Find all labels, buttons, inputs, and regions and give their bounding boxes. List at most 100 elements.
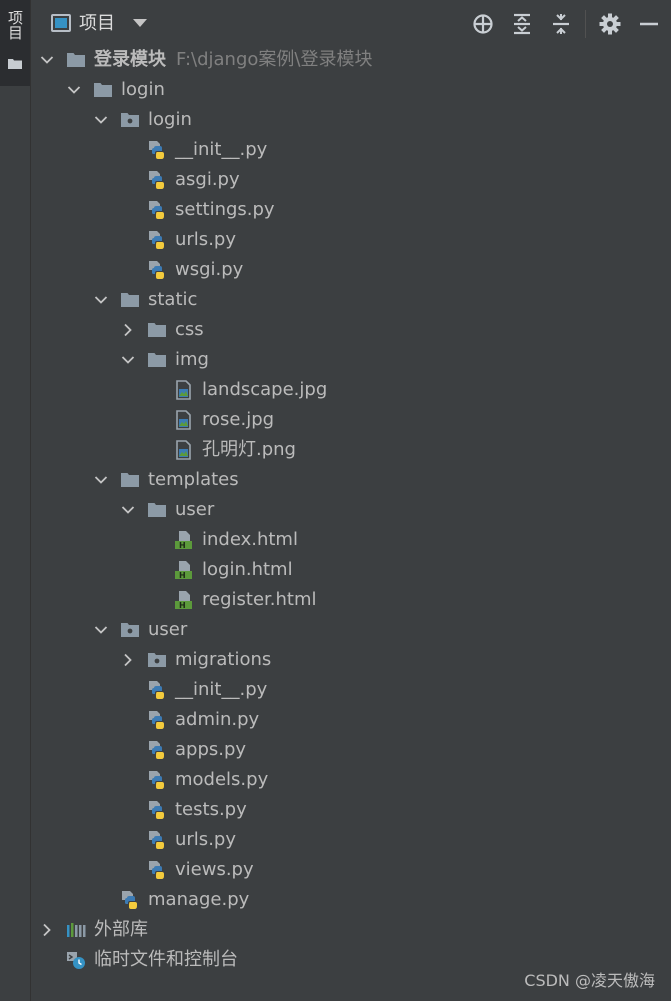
- tree-row[interactable]: __init__.py: [31, 675, 671, 705]
- tree-item-label: rose.jpg: [202, 409, 275, 430]
- folder-icon: [148, 503, 166, 517]
- python-file-icon: [149, 201, 164, 219]
- locate-icon[interactable]: [471, 12, 495, 36]
- project-tool-tab[interactable]: 项目: [0, 0, 30, 86]
- tree-item-label: 外部库: [94, 919, 148, 940]
- chevron-right-icon[interactable]: [120, 652, 136, 668]
- tree-row[interactable]: manage.py: [31, 885, 671, 915]
- tree-item-label: 登录模块: [94, 49, 166, 70]
- tree-item-label: wsgi.py: [175, 259, 244, 280]
- folder-icon: [121, 293, 139, 307]
- tree-row[interactable]: Hindex.html: [31, 525, 671, 555]
- tree-row[interactable]: 登录模块 F:\django案例\登录模块: [31, 45, 671, 75]
- tree-item-label: urls.py: [175, 229, 236, 250]
- chevron-down-icon[interactable]: [93, 622, 109, 638]
- tree-item-label: register.html: [202, 589, 317, 610]
- image-file-icon: [176, 440, 191, 460]
- tree-row[interactable]: urls.py: [31, 225, 671, 255]
- tree-item-label: css: [175, 319, 204, 340]
- tree-item-label: asgi.py: [175, 169, 240, 190]
- chevron-down-icon[interactable]: [93, 472, 109, 488]
- tree-item-label: __init__.py: [175, 679, 268, 700]
- tree-item-label: views.py: [175, 859, 254, 880]
- python-file-icon: [149, 801, 164, 819]
- tree-item-label: manage.py: [148, 889, 250, 910]
- tree-item-label: admin.py: [175, 709, 260, 730]
- tree-row[interactable]: landscape.jpg: [31, 375, 671, 405]
- tree-item-label: settings.py: [175, 199, 275, 220]
- tree-row[interactable]: templates: [31, 465, 671, 495]
- tree-item-label: index.html: [202, 529, 298, 550]
- tree-item-label: __init__.py: [175, 139, 268, 160]
- chevron-down-icon[interactable]: [93, 112, 109, 128]
- tree-row[interactable]: models.py: [31, 765, 671, 795]
- chevron-right-icon[interactable]: [120, 322, 136, 338]
- tree-item-label: migrations: [175, 649, 272, 670]
- gear-icon[interactable]: [598, 12, 622, 36]
- tree-row[interactable]: login: [31, 75, 671, 105]
- tree-row[interactable]: Hlogin.html: [31, 555, 671, 585]
- tree-row[interactable]: settings.py: [31, 195, 671, 225]
- html-file-icon: H: [175, 561, 192, 580]
- header-separator: [585, 10, 586, 38]
- tree-row[interactable]: __init__.py: [31, 135, 671, 165]
- project-panel-header: 项目: [31, 0, 671, 48]
- tree-row[interactable]: login: [31, 105, 671, 135]
- tree-row[interactable]: user: [31, 615, 671, 645]
- tree-item-label: user: [148, 619, 188, 640]
- python-file-icon: [149, 831, 164, 849]
- tree-item-label: user: [175, 499, 215, 520]
- chevron-down-icon[interactable]: [66, 82, 82, 98]
- scratches-icon: [67, 952, 85, 969]
- chevron-right-icon[interactable]: [39, 922, 55, 938]
- tree-row[interactable]: urls.py: [31, 825, 671, 855]
- external-libraries-icon: [67, 923, 86, 937]
- tree-row[interactable]: views.py: [31, 855, 671, 885]
- tree-row[interactable]: 孔明灯.png: [31, 435, 671, 465]
- tree-row[interactable]: admin.py: [31, 705, 671, 735]
- chevron-down-icon[interactable]: [133, 19, 147, 27]
- python-file-icon: [149, 771, 164, 789]
- expand-all-icon[interactable]: [510, 12, 534, 36]
- tree-row[interactable]: user: [31, 495, 671, 525]
- tree-item-label: models.py: [175, 769, 269, 790]
- folder-icon: [67, 53, 85, 67]
- watermark: CSDN @凌天傲海: [524, 971, 655, 990]
- panel-title[interactable]: 项目: [79, 12, 115, 36]
- minimize-icon[interactable]: [637, 12, 661, 36]
- tree-row[interactable]: migrations: [31, 645, 671, 675]
- tree-item-label: tests.py: [175, 799, 247, 820]
- chevron-down-icon[interactable]: [120, 502, 136, 518]
- python-file-icon: [149, 861, 164, 879]
- image-file-icon: [176, 410, 191, 430]
- tree-row[interactable]: css: [31, 315, 671, 345]
- tree-item-label: login: [148, 109, 192, 130]
- svg-text:H: H: [179, 601, 186, 610]
- chevron-down-icon[interactable]: [39, 52, 55, 68]
- project-view-icon: [51, 14, 71, 32]
- collapse-all-icon[interactable]: [549, 12, 573, 36]
- package-folder-icon: [148, 653, 166, 667]
- html-file-icon: H: [175, 591, 192, 610]
- tree-row[interactable]: rose.jpg: [31, 405, 671, 435]
- chevron-down-icon[interactable]: [93, 292, 109, 308]
- tree-row[interactable]: 外部库: [31, 915, 671, 945]
- tree-row[interactable]: tests.py: [31, 795, 671, 825]
- tree-row[interactable]: wsgi.py: [31, 255, 671, 285]
- tree-row[interactable]: apps.py: [31, 735, 671, 765]
- tree-row[interactable]: img: [31, 345, 671, 375]
- tree-item-label: urls.py: [175, 829, 236, 850]
- image-file-icon: [176, 380, 191, 400]
- python-file-icon: [122, 891, 137, 909]
- tree-item-label: img: [175, 349, 209, 370]
- python-file-icon: [149, 141, 164, 159]
- tree-row[interactable]: static: [31, 285, 671, 315]
- tree-row[interactable]: Hregister.html: [31, 585, 671, 615]
- chevron-down-icon[interactable]: [120, 352, 136, 368]
- left-tool-strip: 项目: [0, 0, 31, 1001]
- python-file-icon: [149, 261, 164, 279]
- tree-row[interactable]: asgi.py: [31, 165, 671, 195]
- tree-item-label: login: [121, 79, 165, 100]
- folder-icon: [94, 83, 112, 97]
- svg-text:H: H: [179, 571, 186, 580]
